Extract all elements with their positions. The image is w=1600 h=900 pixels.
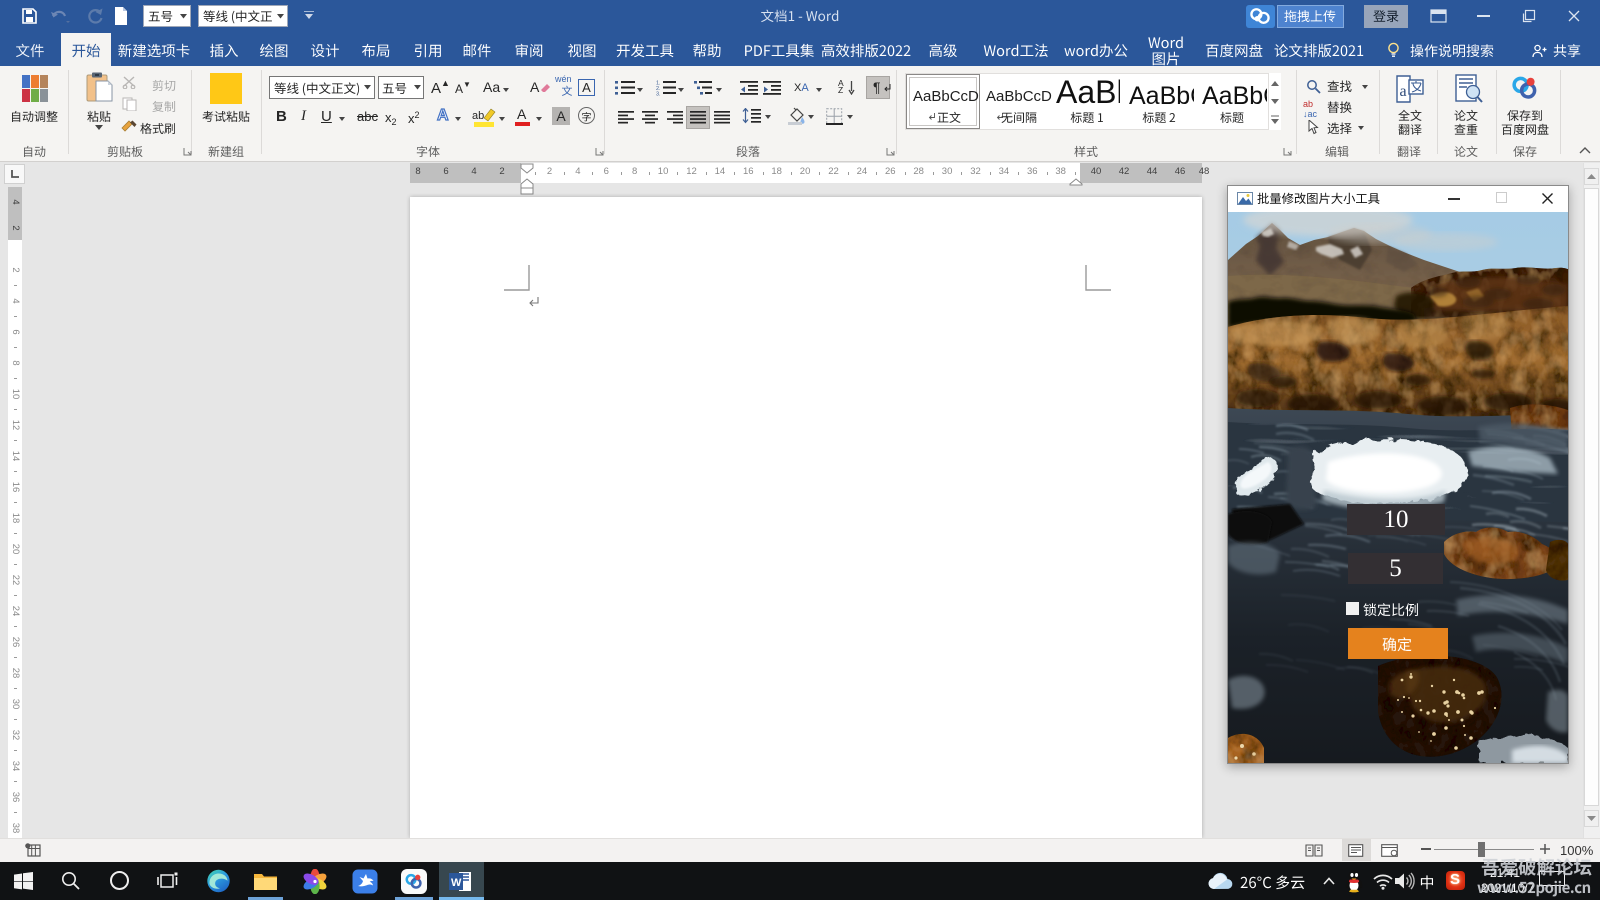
svg-text:3.: 3. xyxy=(656,92,661,98)
svg-text:a: a xyxy=(1400,83,1407,100)
svg-text:ab: ab xyxy=(472,110,484,122)
svg-text:W: W xyxy=(451,877,462,889)
